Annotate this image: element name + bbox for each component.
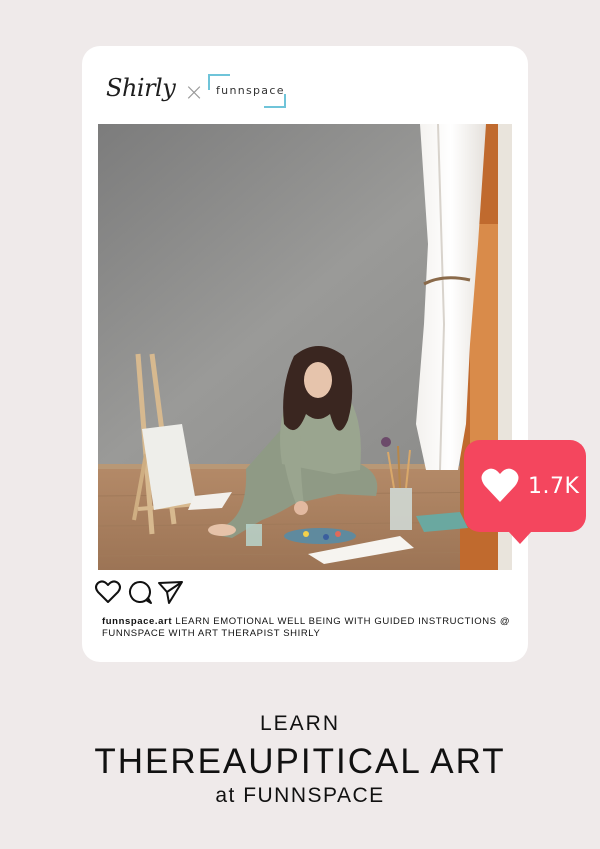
post-actions [94, 578, 214, 606]
headline-line-1: LEARN [259, 712, 341, 735]
like-count: 1.7K [528, 474, 580, 499]
signature-logo: Shirly [106, 74, 176, 102]
collab-separator: × [184, 78, 205, 106]
brand-header: Shirly × funnspace [104, 72, 324, 112]
heart-outline-icon[interactable] [94, 578, 122, 606]
funnspace-logo: funnspace [208, 74, 286, 108]
caption-handle[interactable]: funnspace.art [102, 616, 172, 627]
comment-bubble-icon[interactable] [126, 578, 154, 606]
like-count-badge[interactable]: 1.7K [464, 440, 586, 544]
post-card: Shirly × funnspace funnspace.art LEARN E… [82, 46, 528, 662]
post-caption: funnspace.art LEARN EMOTIONAL WELL BEING… [102, 616, 522, 640]
post-photo [98, 124, 512, 570]
paper-plane-icon[interactable] [156, 578, 184, 606]
heart-filled-icon [481, 468, 519, 502]
artist-painting-illustration [98, 124, 512, 570]
logo-corner-bottom [264, 94, 286, 108]
headline-line-2: THEREAUPITICAL ART [94, 742, 506, 781]
headline-line-3: at FUNNSPACE [215, 784, 385, 807]
badge-tail [508, 531, 532, 544]
